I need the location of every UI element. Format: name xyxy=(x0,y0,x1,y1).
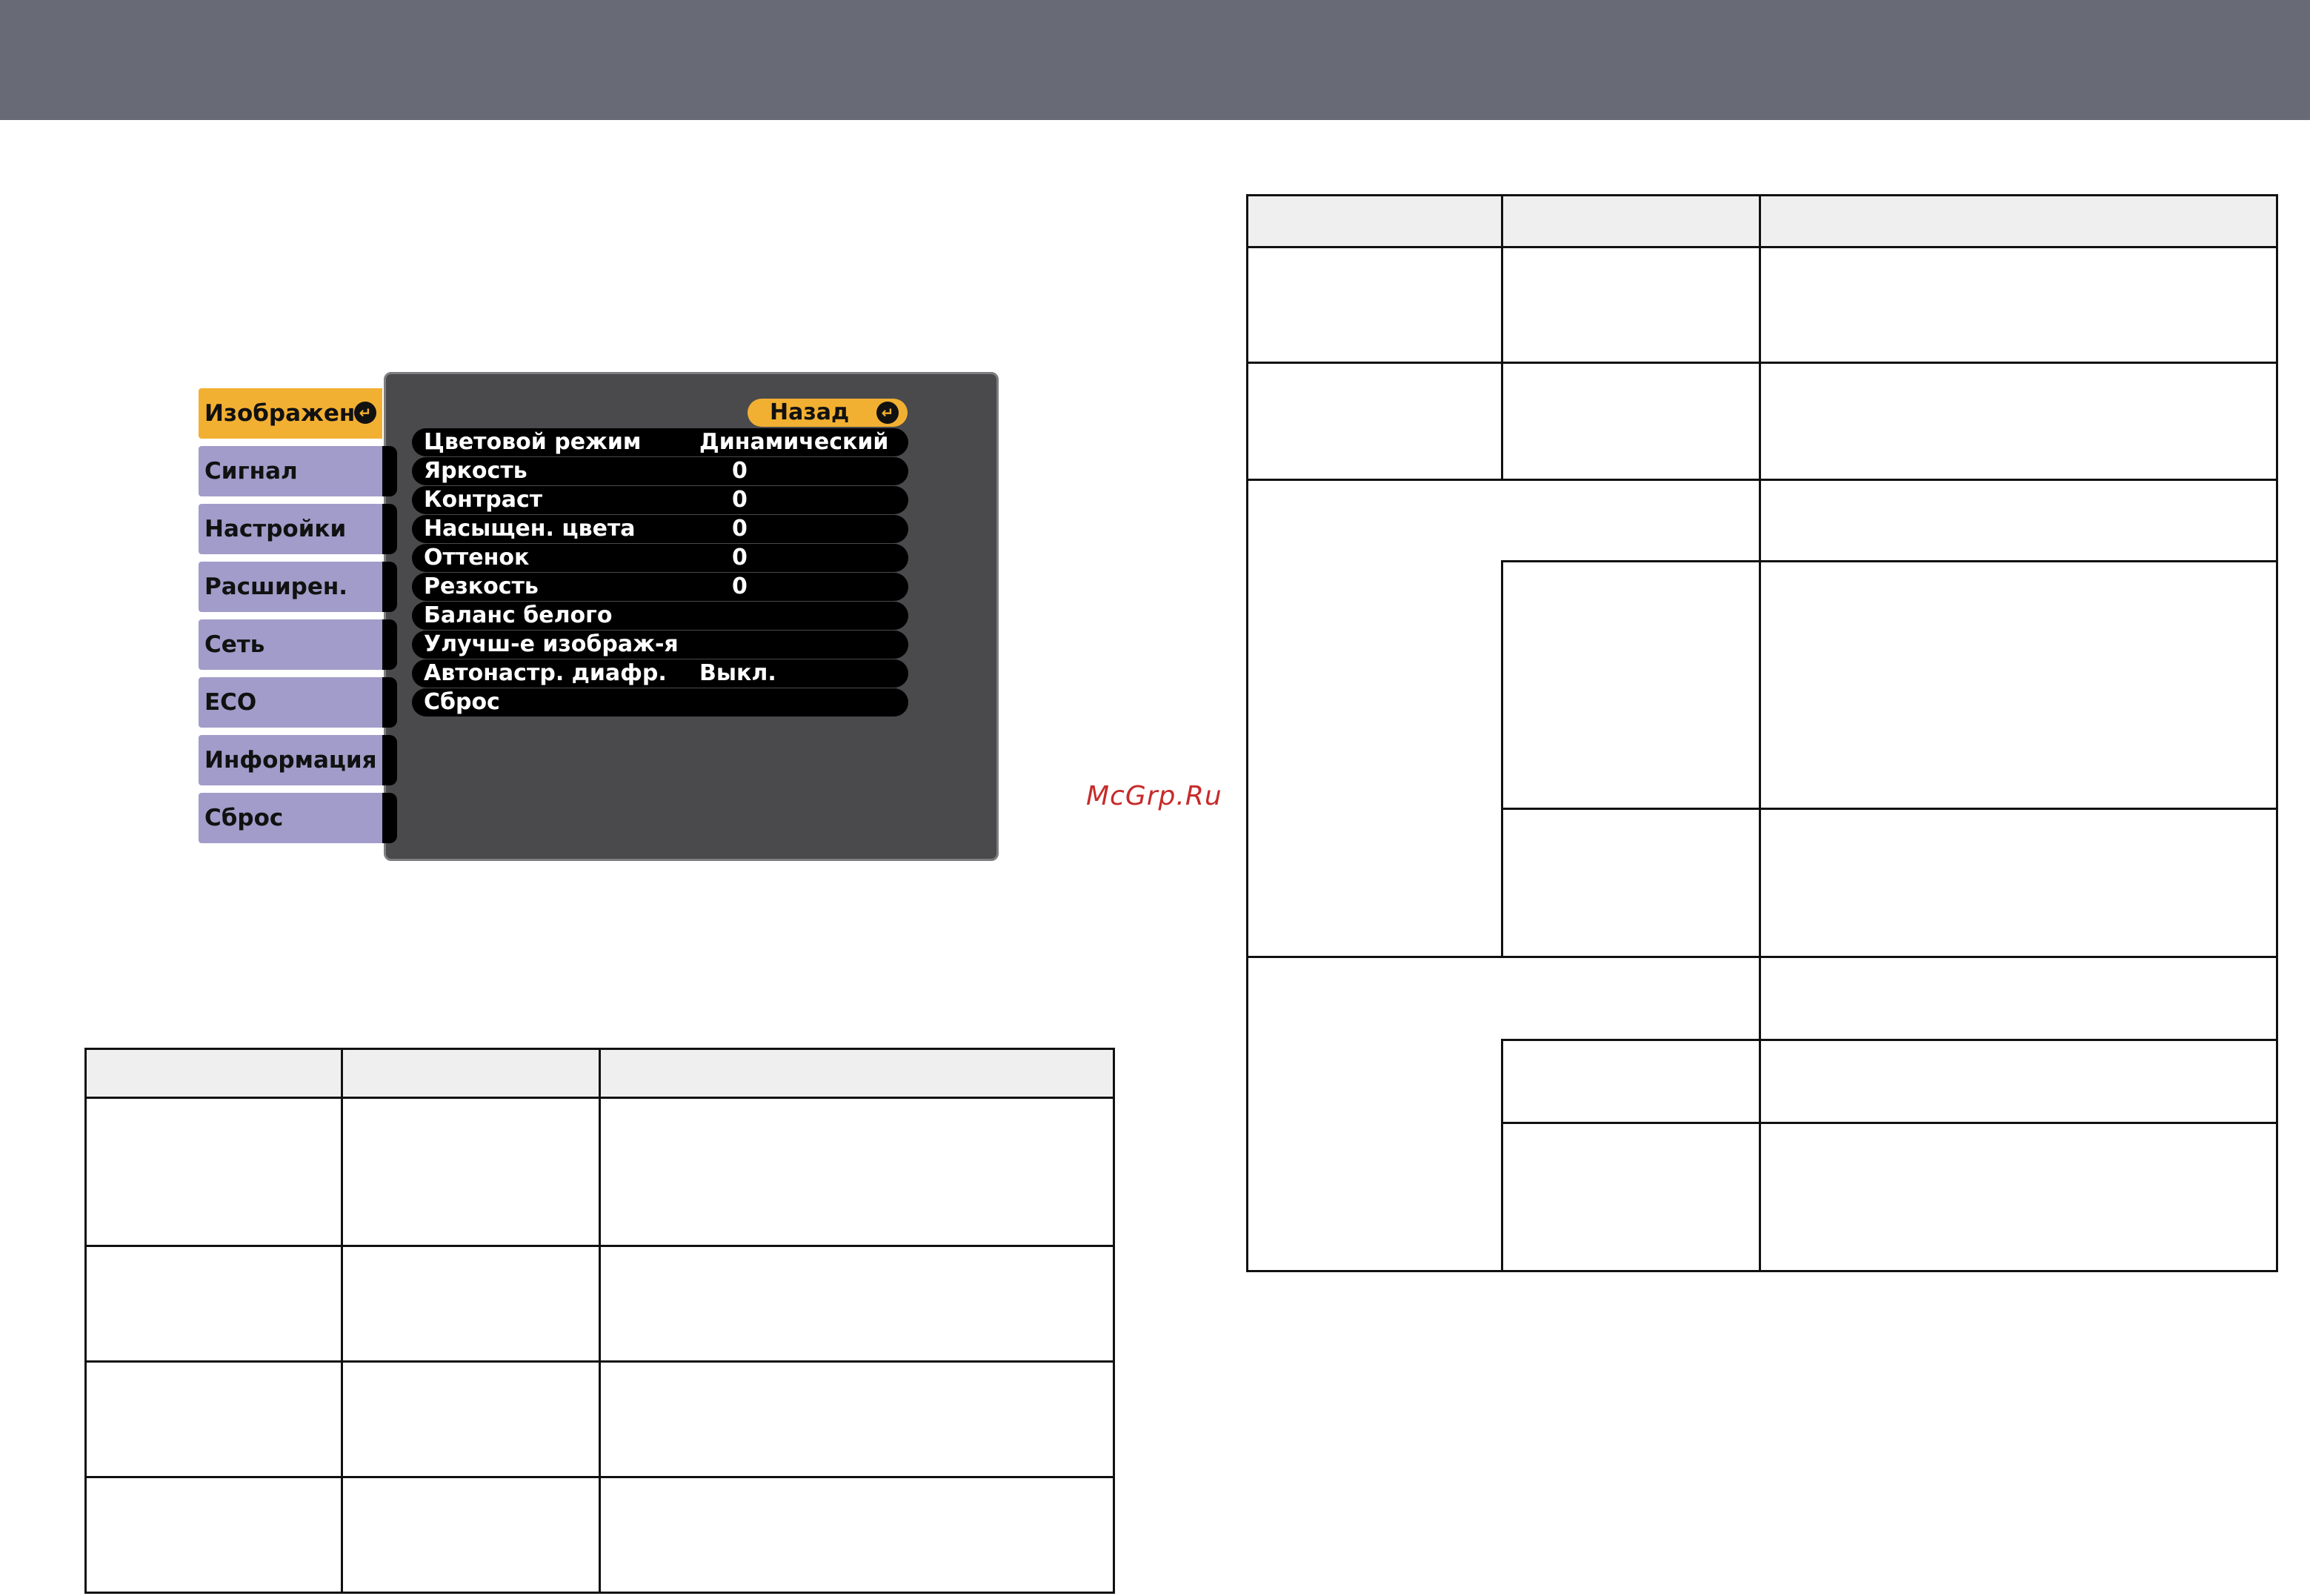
tab-eco[interactable]: ECO xyxy=(199,677,382,728)
back-label: Назад xyxy=(770,399,850,425)
item-value: 0 xyxy=(732,573,748,599)
menu-item-reset[interactable]: Сброс xyxy=(412,688,908,716)
item-label: Резкость xyxy=(424,573,539,599)
item-value: 0 xyxy=(732,516,748,542)
table-row xyxy=(1246,479,2278,562)
tab-extended[interactable]: Расширен. xyxy=(199,562,382,612)
item-label: Оттенок xyxy=(424,545,530,571)
item-label: Автонастр. диафр. xyxy=(424,660,667,686)
tab-divider xyxy=(382,562,397,612)
tab-label: Расширен. xyxy=(204,573,348,600)
header-bar xyxy=(0,0,2310,120)
table-row xyxy=(1246,362,2278,481)
tab-divider xyxy=(382,677,397,728)
tab-info[interactable]: Информация xyxy=(199,735,382,785)
menu-item-saturation[interactable]: Насыщен. цвета 0 xyxy=(412,515,908,543)
tab-divider xyxy=(382,446,397,496)
item-value: 0 xyxy=(732,458,748,484)
menu-item-tint[interactable]: Оттенок 0 xyxy=(412,544,908,572)
table-row xyxy=(1246,956,2278,1041)
right-table xyxy=(1246,194,2278,1272)
item-value: 0 xyxy=(732,545,748,571)
table-row xyxy=(84,1476,1115,1594)
menu-item-white-balance[interactable]: Баланс белого xyxy=(412,602,908,630)
enter-icon: ↵ xyxy=(354,402,376,424)
item-value: Выкл. xyxy=(699,660,776,686)
table-row xyxy=(84,1245,1115,1363)
item-label: Сброс xyxy=(424,689,500,715)
menu-item-color-mode[interactable]: Цветовой режим Динамический xyxy=(412,428,908,456)
left-table xyxy=(84,1048,1115,1594)
item-label: Цветовой режим xyxy=(424,429,642,455)
tab-image[interactable]: Изображен. ↵ xyxy=(199,388,382,439)
item-label: Баланс белого xyxy=(424,602,613,628)
menu-item-brightness[interactable]: Яркость 0 xyxy=(412,457,908,485)
tab-label: Сброс xyxy=(204,805,284,831)
menu-item-contrast[interactable]: Контраст 0 xyxy=(412,486,908,514)
table-row xyxy=(1246,560,2278,958)
tab-signal[interactable]: Сигнал xyxy=(199,446,382,496)
tab-label: Информация xyxy=(204,747,377,774)
item-value: Динамический xyxy=(699,429,889,455)
tab-label: ECO xyxy=(204,689,257,716)
tab-network[interactable]: Сеть xyxy=(199,619,382,670)
table-row xyxy=(1246,246,2278,364)
tab-divider xyxy=(382,735,397,785)
tab-label: Сеть xyxy=(204,631,265,658)
table-header-row xyxy=(1246,194,2278,248)
item-label: Контраст xyxy=(424,487,543,513)
menu-item-auto-iris[interactable]: Автонастр. диафр. Выкл. xyxy=(412,659,908,688)
item-label: Насыщен. цвета xyxy=(424,516,636,542)
tab-divider xyxy=(382,504,397,554)
table-row xyxy=(84,1360,1115,1478)
watermark: McGrp.Ru xyxy=(1086,781,1222,811)
tab-label: Сигнал xyxy=(204,458,298,485)
menu-item-image-enhancement[interactable]: Улучш-е изображ-я xyxy=(412,631,908,659)
tab-divider xyxy=(382,619,397,670)
table-row xyxy=(1246,1039,2278,1272)
back-button[interactable]: Назад ↵ xyxy=(748,399,908,427)
item-value: 0 xyxy=(732,487,748,513)
tab-reset[interactable]: Сброс xyxy=(199,793,382,843)
item-label: Улучш-е изображ-я xyxy=(424,631,679,657)
tab-divider xyxy=(382,793,397,843)
tab-label: Изображен. xyxy=(204,400,365,427)
item-label: Яркость xyxy=(424,458,527,484)
menu-item-sharpness[interactable]: Резкость 0 xyxy=(412,573,908,601)
tab-label: Настройки xyxy=(204,516,347,542)
tab-settings[interactable]: Настройки xyxy=(199,504,382,554)
table-header-row xyxy=(84,1048,1115,1099)
table-row xyxy=(84,1097,1115,1247)
enter-icon: ↵ xyxy=(876,402,899,424)
